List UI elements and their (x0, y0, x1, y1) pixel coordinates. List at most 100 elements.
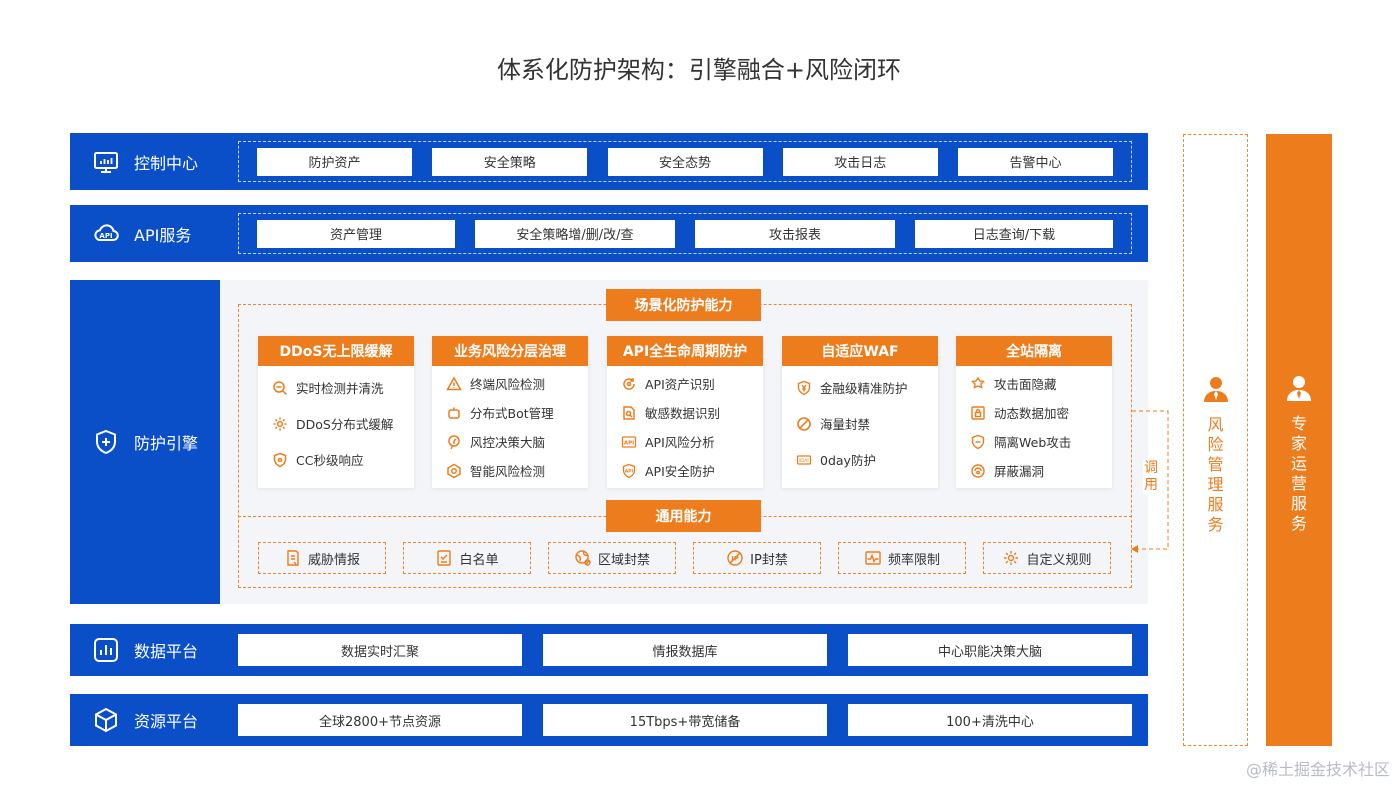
api-cloud-icon: API (92, 220, 120, 248)
svg-text:API: API (624, 440, 634, 446)
watermark: @稀土掘金技术社区 (1245, 760, 1390, 779)
api-item[interactable]: 资产管理 (257, 219, 455, 248)
control-center-items: 防护资产 安全策略 安全态势 攻击日志 告警中心 (238, 141, 1132, 182)
general-item: IP IP封禁 (693, 542, 821, 574)
rate-icon (864, 549, 882, 567)
control-item[interactable]: 攻击日志 (782, 147, 938, 176)
control-item[interactable]: 防护资产 (257, 147, 412, 176)
resource-item[interactable]: 15Tbps+带宽储备 (543, 704, 827, 736)
resource-platform-items: 全球2800+节点资源 15Tbps+带宽储备 100+清洗中心 (238, 704, 1132, 736)
isolate-icon (970, 434, 986, 450)
page-title: 体系化防护架构：引擎融合+风险闭环 (496, 56, 902, 84)
data-item[interactable]: 中心职能决策大脑 (848, 634, 1132, 666)
person-icon (1286, 374, 1312, 406)
shield-icon (272, 452, 288, 468)
call-label: 调用 (1143, 460, 1159, 494)
engine-label: 防护引擎 (134, 434, 199, 453)
data-item[interactable]: 情报数据库 (543, 634, 827, 666)
general-item: 频率限制 (838, 542, 966, 574)
risk-service-column: 风险管理服务 (1183, 134, 1248, 746)
expert-service-column: 专家运营服务 (1266, 134, 1332, 746)
bar-chart-icon (92, 636, 120, 664)
capability-card: DDoS无上限缓解 实时检测并清洗 DDoS分布式缓解 CC秒级响应 (258, 336, 414, 488)
engine-label-panel: 防护引擎 (70, 280, 220, 604)
card-title: 全站隔离 (956, 336, 1112, 366)
card-item: 海量封禁 (796, 414, 924, 433)
scenario-tag: 场景化防护能力 (606, 289, 761, 321)
svg-text:0DAY: 0DAY (799, 458, 810, 463)
alert-icon (446, 375, 462, 392)
api-service-label: API服务 (134, 225, 192, 245)
api-item[interactable]: 攻击报表 (695, 219, 895, 248)
doc-search-icon (621, 405, 637, 421)
card-item: API API安全防护 (621, 461, 749, 480)
control-center-label: 控制中心 (134, 153, 199, 173)
card-item: 智能风险检测 (446, 461, 574, 480)
resource-item[interactable]: 100+清洗中心 (848, 704, 1132, 736)
risk-service-label: 风险管理服务 (1207, 415, 1224, 534)
cycle-icon (621, 376, 637, 392)
region-icon (574, 549, 592, 567)
card-item: API资产识别 (621, 374, 749, 393)
whitelist-icon (435, 549, 453, 567)
resource-item[interactable]: 全球2800+节点资源 (238, 704, 522, 736)
card-item: DDoS分布式缓解 (272, 414, 400, 433)
card-item: 分布式Bot管理 (446, 403, 574, 422)
api-item[interactable]: 日志查询/下载 (915, 219, 1113, 248)
card-item: 终端风险检测 (446, 374, 574, 393)
chip-icon (446, 463, 462, 479)
card-item: 敏感数据识别 (621, 403, 749, 422)
card-item: 风控决策大脑 (446, 432, 574, 451)
card-item: CC秒级响应 (272, 450, 400, 469)
custom-rule-icon (1002, 549, 1020, 567)
capability-card: 全站隔离 攻击面隐藏 动态数据加密 隔离Web攻击 屏蔽漏洞 (956, 336, 1112, 488)
control-item[interactable]: 安全策略 (432, 147, 588, 176)
card-title: 业务风险分层治理 (432, 336, 588, 366)
intel-icon (284, 549, 302, 567)
svg-text:API: API (625, 468, 634, 474)
card-item: 攻击面隐藏 (970, 374, 1098, 393)
general-item: 区域封禁 (548, 542, 676, 574)
data-platform-label: 数据平台 (134, 642, 199, 661)
capability-card: API全生命周期防护 API资产识别 敏感数据识别 API API风险分析 AP… (607, 336, 763, 488)
data-platform-band: 数据平台 数据实时汇聚 情报数据库 中心职能决策大脑 (70, 624, 1148, 676)
expert-service-label: 专家运营服务 (1290, 414, 1307, 533)
control-item[interactable]: 安全态势 (607, 147, 763, 176)
general-tag: 通用能力 (606, 500, 761, 532)
capability-card: 业务风险分层治理 终端风险检测 分布式Bot管理 风控决策大脑 智能风险检测 (432, 336, 588, 488)
control-center-band: 控制中心 防护资产 安全策略 安全态势 攻击日志 告警中心 (70, 133, 1148, 190)
api-service-items: 资产管理 安全策略增/删/改/查 攻击报表 日志查询/下载 (238, 213, 1132, 254)
gear-icon (272, 416, 288, 432)
patch-icon (970, 463, 986, 479)
hide-icon (970, 376, 986, 392)
control-item[interactable]: 告警中心 (958, 147, 1113, 176)
svg-text:API: API (99, 232, 112, 240)
bot-icon (446, 405, 462, 421)
card-item: 隔离Web攻击 (970, 432, 1098, 451)
yen-shield-icon (796, 380, 812, 396)
cube-icon (92, 706, 120, 734)
general-item: 自定义规则 (983, 542, 1111, 574)
card-item: 金融级精准防护 (796, 378, 924, 397)
general-item: 威胁情报 (258, 542, 386, 574)
card-item: 0DAY 0day防护 (796, 450, 924, 469)
data-item[interactable]: 数据实时汇聚 (238, 634, 522, 666)
search-icon (272, 380, 288, 396)
api-icon: API (621, 434, 637, 450)
person-icon (1203, 375, 1229, 407)
shield-plus-icon (92, 428, 120, 456)
card-item: API API风险分析 (621, 432, 749, 451)
monitor-chart-icon (92, 148, 120, 176)
api-service-band: API API服务 资产管理 安全策略增/删/改/查 攻击报表 日志查询/下载 (70, 205, 1148, 262)
oday-icon: 0DAY (796, 452, 812, 468)
brain-icon (446, 434, 462, 450)
resource-platform-band: 资源平台 全球2800+节点资源 15Tbps+带宽储备 100+清洗中心 (70, 694, 1148, 746)
card-item: 实时检测并清洗 (272, 378, 400, 397)
api-shield-icon: API (621, 463, 637, 479)
api-item[interactable]: 安全策略增/删/改/查 (475, 219, 675, 248)
lock-doc-icon (970, 405, 986, 421)
resource-platform-label: 资源平台 (134, 712, 199, 731)
data-platform-items: 数据实时汇聚 情报数据库 中心职能决策大脑 (238, 634, 1132, 666)
card-title: 自适应WAF (782, 336, 938, 366)
card-item: 动态数据加密 (970, 403, 1098, 422)
